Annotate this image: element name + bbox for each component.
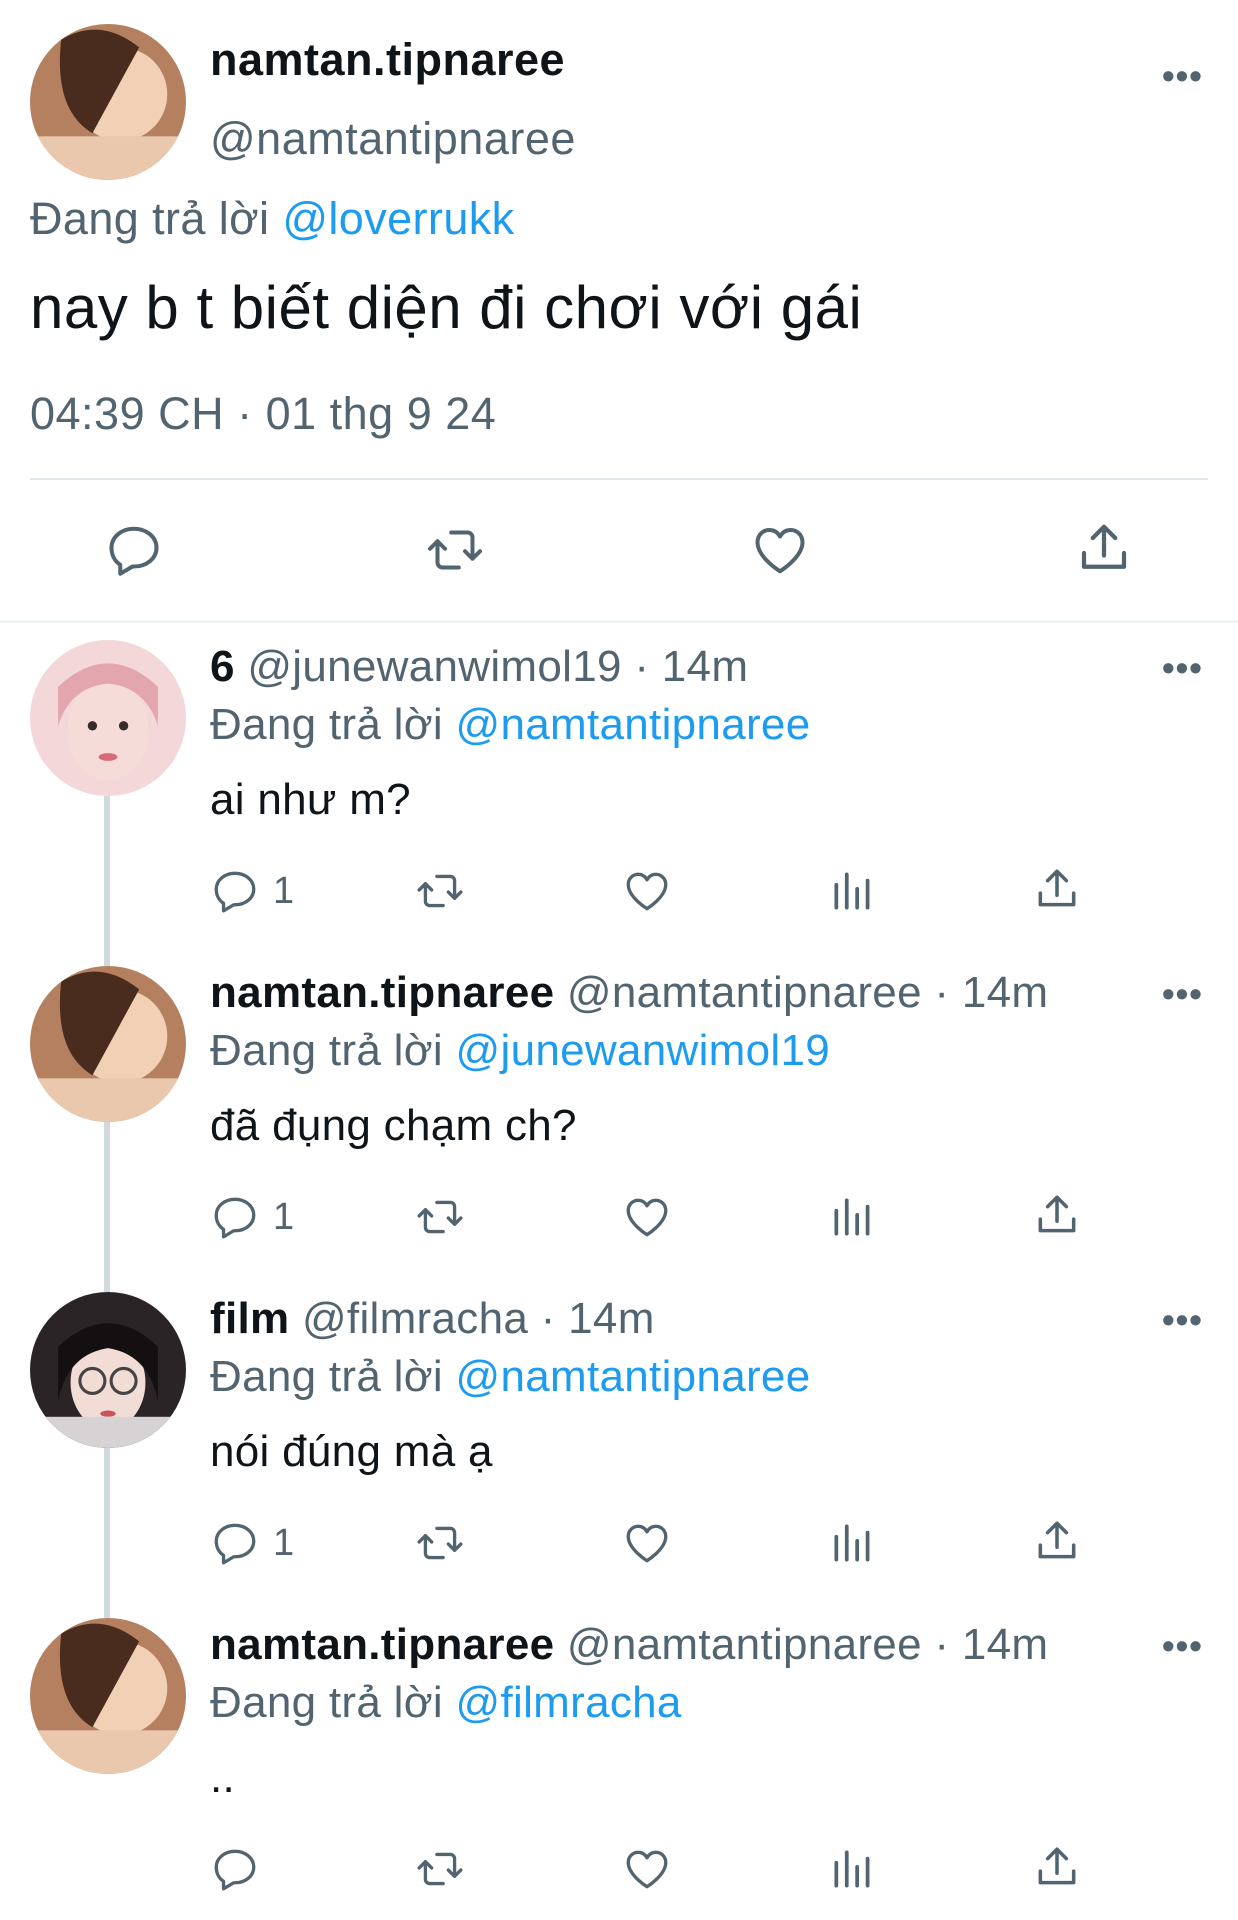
avatar[interactable] bbox=[30, 24, 186, 180]
reply-text: đã đụng chạm ch? bbox=[210, 1101, 577, 1150]
reply-text: nói đúng mà ạ bbox=[210, 1427, 493, 1476]
replying-to: Đang trả lời @namtantipnaree bbox=[210, 1352, 810, 1402]
like-icon[interactable] bbox=[622, 1844, 672, 1894]
tweet-text: nay b t biết diện đi chơi với gái bbox=[30, 274, 863, 341]
reply-author-name[interactable]: namtan.tipnaree bbox=[210, 1620, 554, 1669]
author-name[interactable]: namtan.tipnaree bbox=[210, 34, 565, 86]
like-icon[interactable] bbox=[622, 866, 672, 916]
like-icon[interactable] bbox=[750, 520, 810, 580]
reply-time[interactable]: · 14m bbox=[634, 642, 748, 691]
retweet-icon[interactable] bbox=[414, 1844, 466, 1894]
replying-to-label: Đang trả lời bbox=[210, 1678, 443, 1727]
retweet-icon[interactable] bbox=[414, 1518, 466, 1568]
share-icon[interactable] bbox=[1032, 1516, 1082, 1566]
avatar[interactable] bbox=[30, 966, 186, 1122]
replying-to-link[interactable]: @namtantipnaree bbox=[456, 700, 811, 749]
ellipsis-icon[interactable]: ••• bbox=[1162, 58, 1203, 94]
reply-header: 6 @junewanwimol19 · 14m bbox=[210, 642, 748, 692]
reply-author-handle[interactable]: @namtantipnaree bbox=[567, 968, 922, 1017]
replying-to-label: Đang trả lời bbox=[210, 700, 443, 749]
share-icon[interactable] bbox=[1032, 1842, 1082, 1892]
replying-to-link[interactable]: @loverrukk bbox=[282, 193, 514, 244]
reply-icon[interactable] bbox=[210, 1192, 260, 1242]
reply-count: 1 bbox=[273, 870, 295, 912]
author-handle[interactable]: @namtantipnaree bbox=[210, 113, 576, 165]
thread-line bbox=[104, 1122, 110, 1292]
replying-to-label: Đang trả lời bbox=[210, 1026, 443, 1075]
replying-to-label: Đang trả lời bbox=[210, 1352, 443, 1401]
ellipsis-icon[interactable]: ••• bbox=[1162, 1302, 1203, 1338]
share-icon[interactable] bbox=[1074, 518, 1134, 578]
reply-time[interactable]: · 14m bbox=[541, 1294, 655, 1343]
reply-header: film @filmracha · 14m bbox=[210, 1294, 655, 1344]
replying-to: Đang trả lời @loverrukk bbox=[30, 193, 515, 245]
ellipsis-icon[interactable]: ••• bbox=[1162, 1628, 1203, 1664]
like-icon[interactable] bbox=[622, 1192, 672, 1242]
retweet-icon[interactable] bbox=[414, 1192, 466, 1242]
divider bbox=[30, 478, 1208, 480]
reply-icon[interactable] bbox=[210, 1844, 260, 1894]
reply-header: namtan.tipnaree @namtantipnaree · 14m bbox=[210, 1620, 1048, 1670]
like-icon[interactable] bbox=[622, 1518, 672, 1568]
avatar[interactable] bbox=[30, 1292, 186, 1448]
avatar[interactable] bbox=[30, 640, 186, 796]
analytics-icon[interactable] bbox=[828, 1192, 878, 1242]
reply-time[interactable]: · 14m bbox=[934, 1620, 1048, 1669]
avatar[interactable] bbox=[30, 1618, 186, 1774]
reply-icon[interactable] bbox=[210, 866, 260, 916]
reply-author-handle[interactable]: @junewanwimol19 bbox=[247, 642, 621, 691]
reply-author-name[interactable]: film bbox=[210, 1294, 289, 1343]
section-divider bbox=[0, 620, 1238, 623]
reply-text: ai như m? bbox=[210, 775, 411, 824]
reply-icon[interactable] bbox=[104, 520, 164, 580]
reply-author-name[interactable]: namtan.tipnaree bbox=[210, 968, 554, 1017]
reply-count: 1 bbox=[273, 1196, 295, 1238]
replying-to-label: Đang trả lời bbox=[30, 193, 270, 244]
replying-to-link[interactable]: @filmracha bbox=[456, 1678, 682, 1727]
analytics-icon[interactable] bbox=[828, 1518, 878, 1568]
retweet-icon[interactable] bbox=[414, 866, 466, 916]
replying-to: Đang trả lời @filmracha bbox=[210, 1678, 682, 1728]
thread-line bbox=[104, 1448, 110, 1618]
share-icon[interactable] bbox=[1032, 1190, 1082, 1240]
analytics-icon[interactable] bbox=[828, 866, 878, 916]
share-icon[interactable] bbox=[1032, 864, 1082, 914]
reply-count: 1 bbox=[273, 1522, 295, 1564]
thread-line bbox=[104, 796, 110, 966]
replying-to: Đang trả lời @namtantipnaree bbox=[210, 700, 810, 750]
replying-to-link[interactable]: @junewanwimol19 bbox=[456, 1026, 830, 1075]
reply-author-handle[interactable]: @filmracha bbox=[302, 1294, 528, 1343]
analytics-icon[interactable] bbox=[828, 1844, 878, 1894]
replying-to: Đang trả lời @junewanwimol19 bbox=[210, 1026, 830, 1076]
reply-author-handle[interactable]: @namtantipnaree bbox=[567, 1620, 922, 1669]
reply-icon[interactable] bbox=[210, 1518, 260, 1568]
replying-to-link[interactable]: @namtantipnaree bbox=[456, 1352, 811, 1401]
reply-time[interactable]: · 14m bbox=[934, 968, 1048, 1017]
reply-header: namtan.tipnaree @namtantipnaree · 14m bbox=[210, 968, 1048, 1018]
ellipsis-icon[interactable]: ••• bbox=[1162, 976, 1203, 1012]
reply-author-name[interactable]: 6 bbox=[210, 642, 235, 691]
reply-text: .. bbox=[210, 1753, 236, 1802]
tweet-timestamp[interactable]: 04:39 CH · 01 thg 9 24 bbox=[30, 388, 496, 440]
retweet-icon[interactable] bbox=[424, 520, 486, 580]
ellipsis-icon[interactable]: ••• bbox=[1162, 650, 1203, 686]
